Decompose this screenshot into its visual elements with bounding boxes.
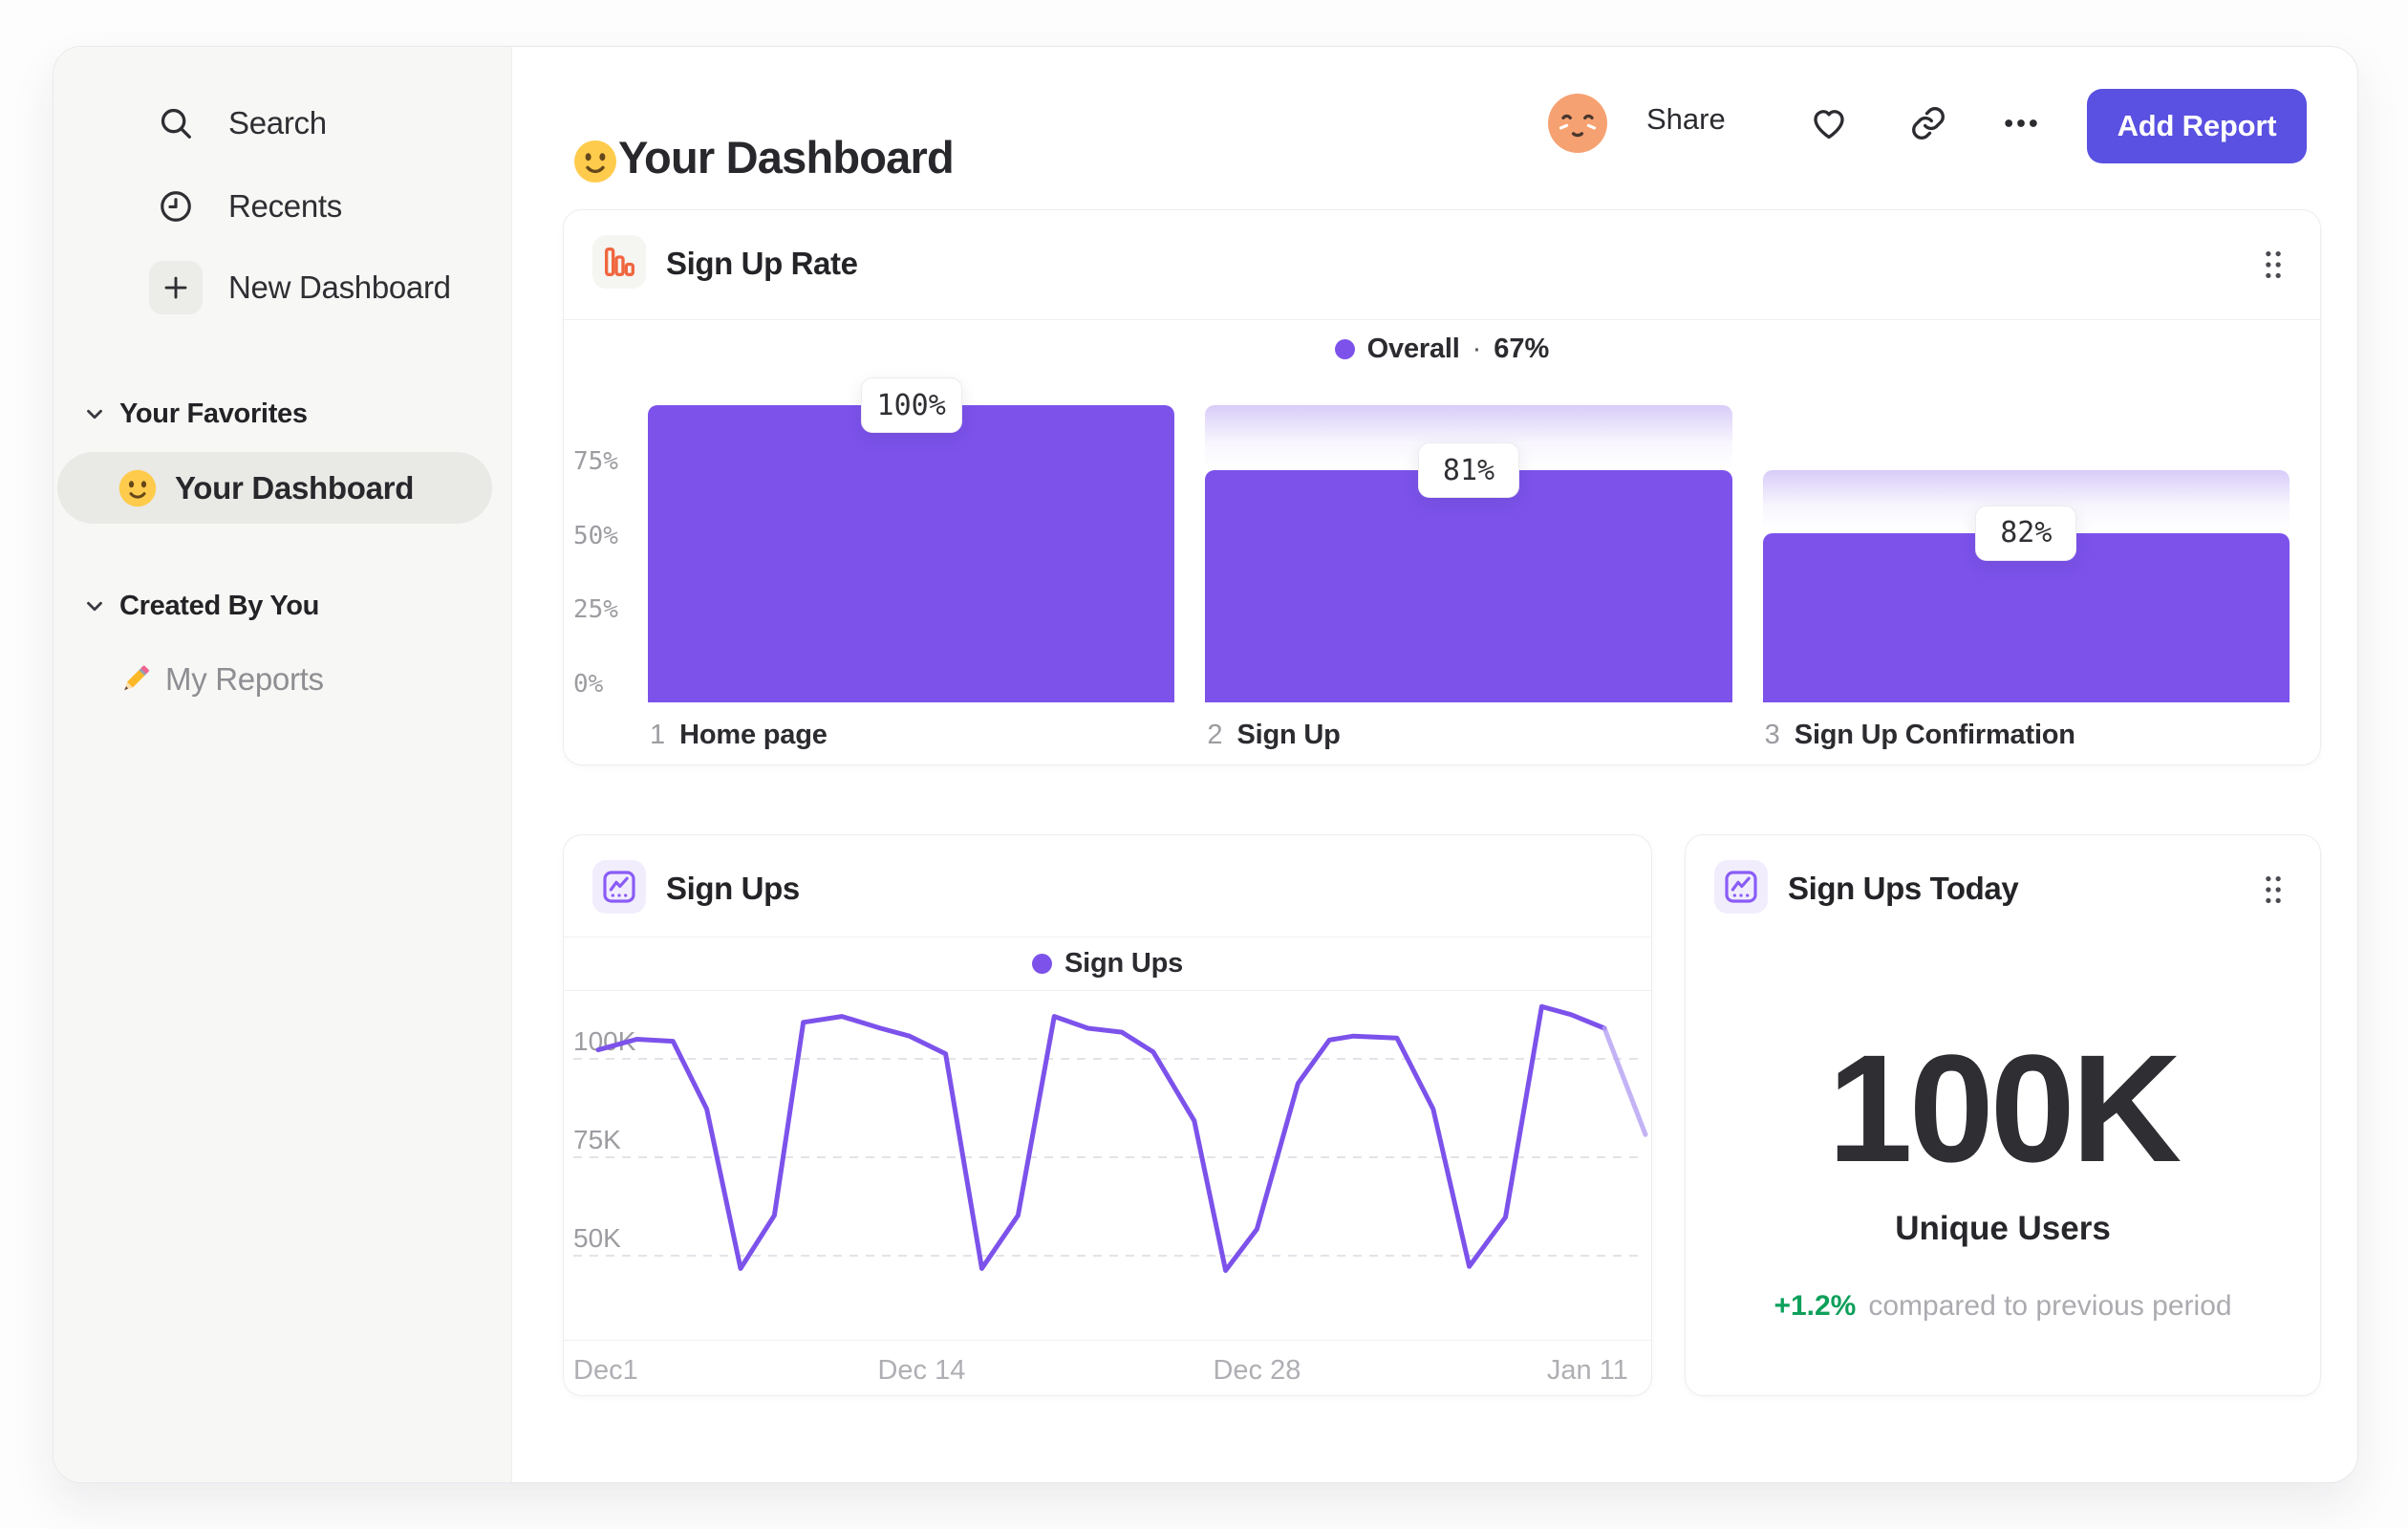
- funnel-axis-label: 25%: [573, 595, 618, 625]
- pencil-emoji: [116, 660, 154, 699]
- add-report-button[interactable]: Add Report: [2087, 89, 2307, 163]
- more-options-button[interactable]: [1999, 101, 2043, 145]
- funnel-category-label: 2 Sign Up: [1207, 720, 1341, 750]
- funnel-y-axis: 75% 50% 25% 0%: [573, 405, 634, 702]
- heart-icon: [1809, 103, 1849, 143]
- sidebar-item-label: Your Dashboard: [175, 469, 415, 506]
- sidebar-item-new-dashboard[interactable]: New Dashboard: [54, 261, 511, 314]
- plus-icon: [149, 261, 203, 314]
- sidebar-item-your-dashboard[interactable]: Your Dashboard: [57, 452, 492, 524]
- funnel-axis-label: 75%: [573, 446, 618, 476]
- legend-separator: ·: [1472, 333, 1482, 364]
- signups-line-faded-tail: [1602, 1025, 1648, 1137]
- sidebar-item-label: Search: [228, 105, 327, 140]
- stat-value: 100K: [1827, 1023, 2182, 1194]
- line-chart-icon: [592, 860, 646, 914]
- stat-delta-note: compared to previous period: [1868, 1290, 2232, 1322]
- funnel-legend: Overall · 67%: [564, 319, 2320, 378]
- funnel-category-label: 3 Sign Up Confirmation: [1764, 720, 2075, 750]
- sidebar-item-my-reports[interactable]: My Reports: [54, 653, 511, 706]
- page-title-emoji: [572, 139, 618, 184]
- funnel-step-column[interactable]: 81% 2 Sign Up: [1205, 405, 1732, 750]
- sidebar-item-search[interactable]: Search: [54, 97, 511, 150]
- line-chart-icon: [1714, 860, 1768, 914]
- chevron-down-icon: [82, 401, 107, 426]
- card-title: Sign Up Rate: [666, 246, 858, 281]
- sidebar-section-your-favorites[interactable]: Your Favorites: [54, 387, 511, 441]
- funnel-step-column[interactable]: 100% 1 Home page: [648, 377, 1175, 750]
- funnel-axis-label: 50%: [573, 521, 618, 550]
- funnel-bar: [1205, 470, 1732, 702]
- chevron-down-icon: [82, 593, 107, 618]
- smiley-emoji: [118, 468, 158, 508]
- search-icon: [149, 97, 203, 150]
- copy-link-button[interactable]: [1906, 101, 1950, 145]
- funnel-value-tooltip: 100%: [860, 377, 962, 433]
- funnel-value-tooltip: 82%: [1975, 505, 2077, 561]
- card-title: Sign Ups: [666, 871, 800, 906]
- signups-x-axis: Dec1 Dec 14 Dec 28 Jan 11: [564, 1340, 1651, 1397]
- link-icon: [1909, 104, 1947, 142]
- page-title: Your Dashboard: [618, 132, 955, 183]
- app-window: Search Recents New Dashboard Your Favori…: [53, 46, 2358, 1483]
- signups-line-svg: [595, 1003, 1648, 1273]
- signups-card: Sign Ups Sign Ups 100K 75K 50K Dec1 Dec 14 D…: [563, 834, 1652, 1396]
- clock-icon: [149, 180, 203, 233]
- line-x-label: Jan 11: [1546, 1355, 1628, 1386]
- funnel-value-tooltip: 81%: [1417, 442, 1519, 499]
- funnel-bar: [648, 405, 1175, 702]
- drag-handle-icon[interactable]: [2259, 873, 2288, 906]
- line-x-label: Dec 14: [877, 1355, 966, 1386]
- line-legend: Sign Ups: [564, 937, 1651, 990]
- dashboard-page: Search Recents New Dashboard Your Favori…: [0, 0, 2408, 1529]
- legend-dot: [1334, 338, 1355, 359]
- sidebar-item-label: My Reports: [165, 661, 324, 697]
- legend-value: 67%: [1494, 333, 1550, 364]
- avatar[interactable]: [1548, 94, 1607, 153]
- line-x-label: Dec1: [573, 1355, 638, 1386]
- funnel-step-column[interactable]: 82% 3 Sign Up Confirmation: [1762, 405, 2290, 750]
- sidebar-item-label: Recents: [228, 188, 342, 224]
- line-x-label: Dec 28: [1213, 1355, 1301, 1386]
- legend-label: Overall: [1366, 333, 1460, 364]
- funnel-category-label: 1 Home page: [650, 720, 828, 750]
- bar-chart-icon: [592, 235, 646, 289]
- funnel-axis-label: 0%: [573, 670, 604, 699]
- sidebar-item-label: New Dashboard: [228, 269, 451, 305]
- sidebar-item-recents[interactable]: Recents: [54, 180, 511, 233]
- drag-handle-icon[interactable]: [2259, 248, 2288, 281]
- stat-label: Unique Users: [1895, 1210, 2111, 1247]
- signup-rate-card: Sign Up Rate Overall · 67% 75% 50% 25% 0% 1…: [563, 209, 2321, 765]
- section-label: Your Favorites: [119, 398, 308, 429]
- signups-today-card: Sign Ups Today 100K Unique Users +1.2% c…: [1685, 834, 2321, 1396]
- stat-delta: +1.2%: [1774, 1290, 1857, 1322]
- stat-delta-row: +1.2% compared to previous period: [1686, 1290, 2320, 1323]
- card-title: Sign Ups Today: [1788, 871, 2019, 906]
- signups-line: [595, 1003, 1607, 1273]
- funnel-columns: 100% 1 Home page 81% 2 Sign Up 82% 3 Sign Up Con…: [648, 377, 2290, 750]
- section-label: Created By You: [119, 590, 320, 621]
- legend-dot: [1031, 953, 1052, 974]
- ellipsis-icon: [2000, 102, 2042, 144]
- sidebar: Search Recents New Dashboard Your Favori…: [54, 47, 512, 1482]
- favorite-button[interactable]: [1807, 101, 1851, 145]
- sidebar-section-created-by-you[interactable]: Created By You: [54, 579, 511, 633]
- signups-plot: 100K 75K 50K: [564, 990, 1651, 1340]
- legend-label: Sign Ups: [1064, 947, 1184, 979]
- share-button[interactable]: Share: [1646, 102, 1726, 137]
